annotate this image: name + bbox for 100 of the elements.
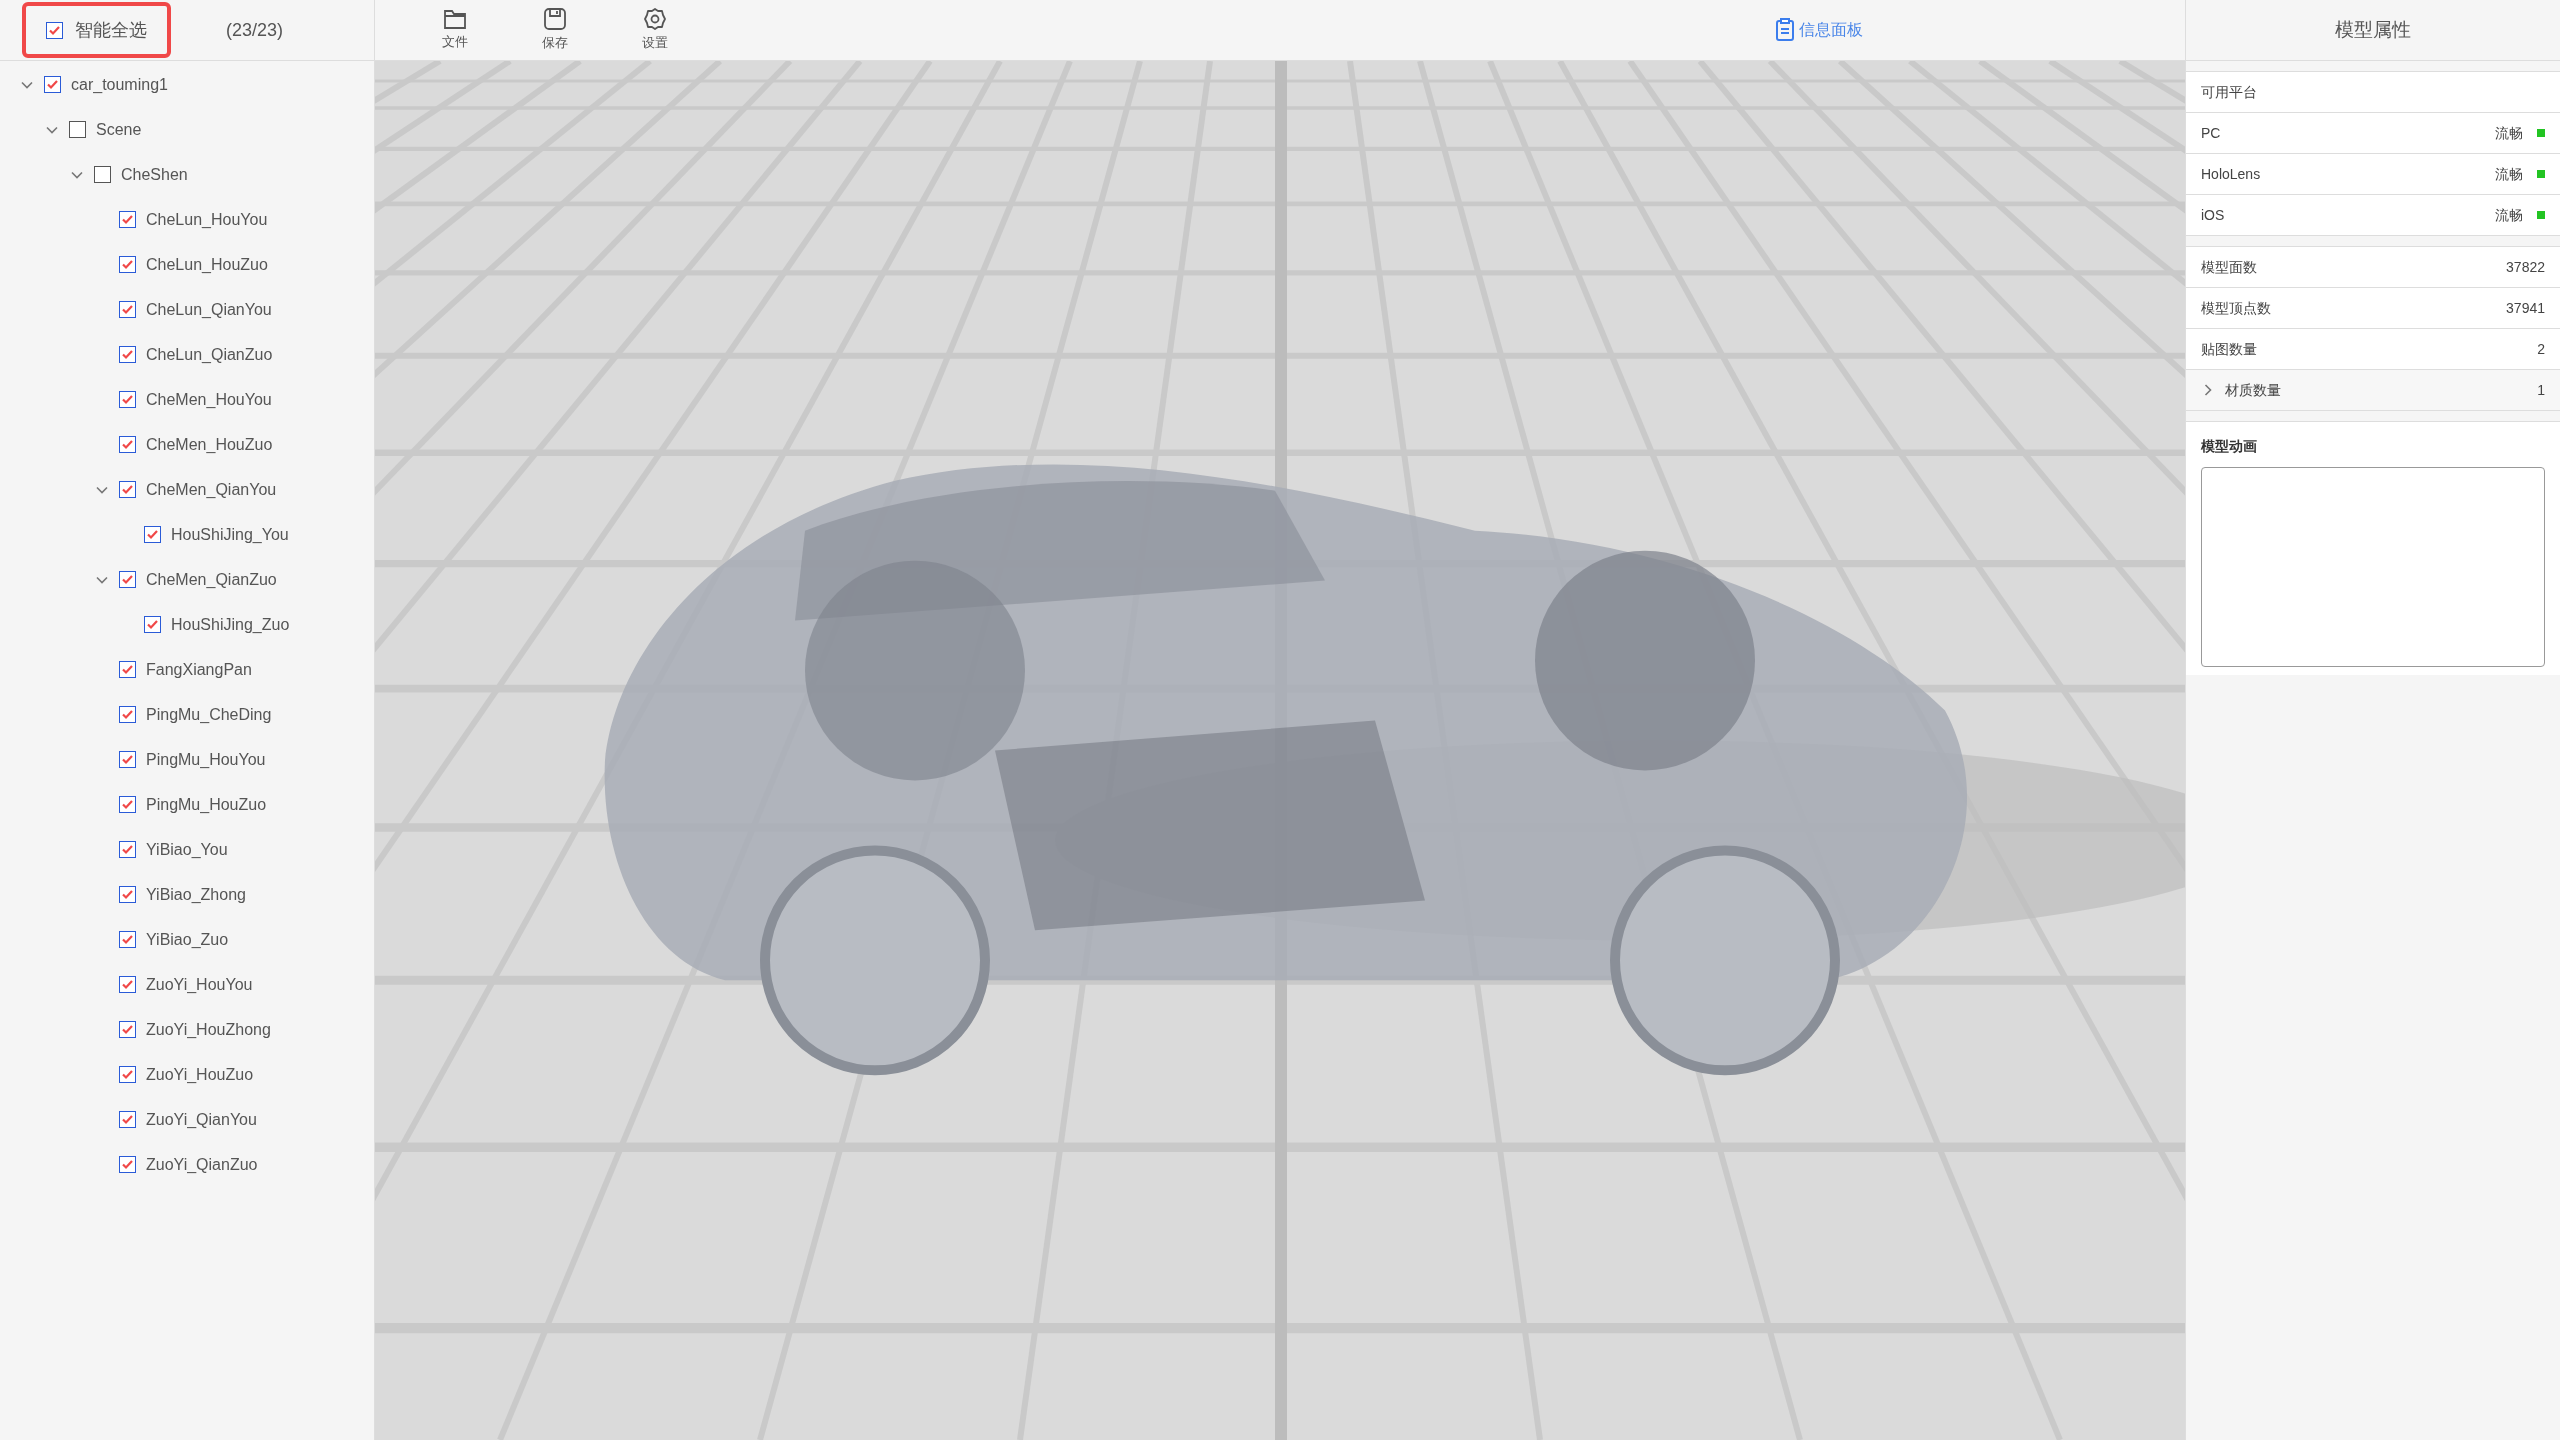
clipboard-icon [1775,18,1795,42]
checkbox[interactable] [119,1156,136,1173]
checkbox[interactable] [119,211,136,228]
tree-item-label[interactable]: CheMen_QianZuo [146,567,277,592]
checkbox[interactable] [119,796,136,813]
tree-item-label[interactable]: YiBiao_Zuo [146,927,229,952]
checkmark-icon [121,258,134,271]
stat-value: 37941 [2506,298,2545,318]
tree-item-label[interactable]: ZuoYi_HouYou [146,972,253,997]
tree-item-label[interactable]: PingMu_HouZuo [146,792,267,817]
platform-status: 流畅 [2495,164,2523,184]
checkbox[interactable] [46,21,63,39]
tree-item-label[interactable]: HouShiJing_Zuo [171,612,290,637]
checkbox[interactable] [144,526,161,543]
folder-icon [443,8,467,31]
checkmark-icon [46,78,59,91]
section-heading: 可用平台 [2201,82,2257,102]
tree-item-label[interactable]: CheMen_HouZuo [146,432,273,457]
stat-label: 模型面数 [2201,257,2257,277]
checkmark-icon [121,978,134,991]
stat-value: 1 [2537,380,2545,400]
stat-label: 模型顶点数 [2201,298,2271,318]
expandable-row[interactable]: 材质数量 1 [2186,370,2560,411]
checkbox[interactable] [119,841,136,858]
checkbox[interactable] [119,706,136,723]
checkmark-icon [121,1113,134,1126]
tree-item-label[interactable]: HouShiJing_You [171,522,289,547]
platform-name: PC [2201,123,2221,143]
tree-item-label[interactable]: CheLun_QianZuo [146,342,273,367]
checkbox[interactable] [119,256,136,273]
tree-item-label[interactable]: PingMu_HouYou [146,747,266,772]
checkmark-icon [146,528,159,541]
checkmark-icon [121,753,134,766]
tree-item-label[interactable]: CheShen [121,162,188,187]
checkmark-icon [121,1068,134,1081]
checkbox[interactable] [119,571,136,588]
tree-item-label[interactable]: ZuoYi_HouZhong [146,1017,271,1042]
tree-item-label[interactable]: FangXiangPan [146,657,252,682]
checkbox[interactable] [119,886,136,903]
tree-item-label[interactable]: CheLun_QianYou [146,297,272,322]
checkbox[interactable] [119,391,136,408]
select-all-toggle[interactable]: 智能全选 [22,2,171,58]
selection-count: (23/23) [226,18,284,42]
tree-item-label[interactable]: YiBiao_You [146,837,228,862]
checkmark-icon [121,483,134,496]
platform-status: 流畅 [2495,123,2523,143]
tree-item-label[interactable]: ZuoYi_QianYou [146,1107,257,1132]
checkmark-icon [146,618,159,631]
checkmark-icon [121,573,134,586]
tree-item-label[interactable]: car_touming1 [71,72,168,97]
checkmark-icon [121,1023,134,1036]
tree-item-label[interactable]: CheMen_HouYou [146,387,272,412]
tree-item-label[interactable]: CheLun_HouZuo [146,252,268,277]
toolbar-button[interactable]: 设置 [635,7,675,53]
checkbox[interactable] [119,436,136,453]
tree-item-label[interactable]: ZuoYi_HouZuo [146,1062,254,1087]
checkmark-icon [121,213,134,226]
checkbox[interactable] [94,166,111,183]
tree-item-label[interactable]: YiBiao_Zhong [146,882,246,907]
toolbar-button[interactable]: 文件 [435,8,475,52]
checkbox[interactable] [144,616,161,633]
checkmark-icon [121,303,134,316]
toolbar-button[interactable]: 保存 [535,7,575,53]
panel-title: 模型属性 [2335,17,2411,42]
platform-name: HoloLens [2201,164,2261,184]
checkmark-icon [121,348,134,361]
checkbox[interactable] [119,931,136,948]
tree-item-label[interactable]: Scene [96,117,142,142]
checkbox[interactable] [119,976,136,993]
checkmark-icon [121,393,134,406]
tree-item-label[interactable]: ZuoYi_QianZuo [146,1152,258,1177]
checkbox[interactable] [119,1111,136,1128]
checkbox[interactable] [119,1066,136,1083]
checkmark-icon [121,663,134,676]
checkmark-icon [121,438,134,451]
checkbox[interactable] [69,121,86,138]
checkbox[interactable] [119,346,136,363]
tree-item-label[interactable]: CheLun_HouYou [146,207,268,232]
checkbox[interactable] [119,481,136,498]
settings-icon [643,7,667,32]
section-heading: 模型动画 [2201,437,2258,456]
checkbox[interactable] [119,1021,136,1038]
platform-status: 流畅 [2495,205,2523,225]
checkmark-icon [121,843,134,856]
stat-value: 2 [2537,339,2545,359]
checkmark-icon [121,708,134,721]
checkmark-icon [121,888,134,901]
checkbox[interactable] [119,751,136,768]
tree-item-label[interactable]: CheMen_QianYou [146,477,277,502]
checkbox[interactable] [119,301,136,318]
stat-label: 贴图数量 [2201,339,2257,359]
stat-label: 材质数量 [2225,380,2281,400]
checkmark-icon [121,798,134,811]
checkbox[interactable] [119,661,136,678]
stat-value: 37822 [2506,257,2545,277]
platform-name: iOS [2201,205,2225,225]
tree-item-label[interactable]: PingMu_CheDing [146,702,272,727]
checkmark-icon [121,933,134,946]
checkmark-icon [121,1158,134,1171]
checkbox[interactable] [44,76,61,93]
